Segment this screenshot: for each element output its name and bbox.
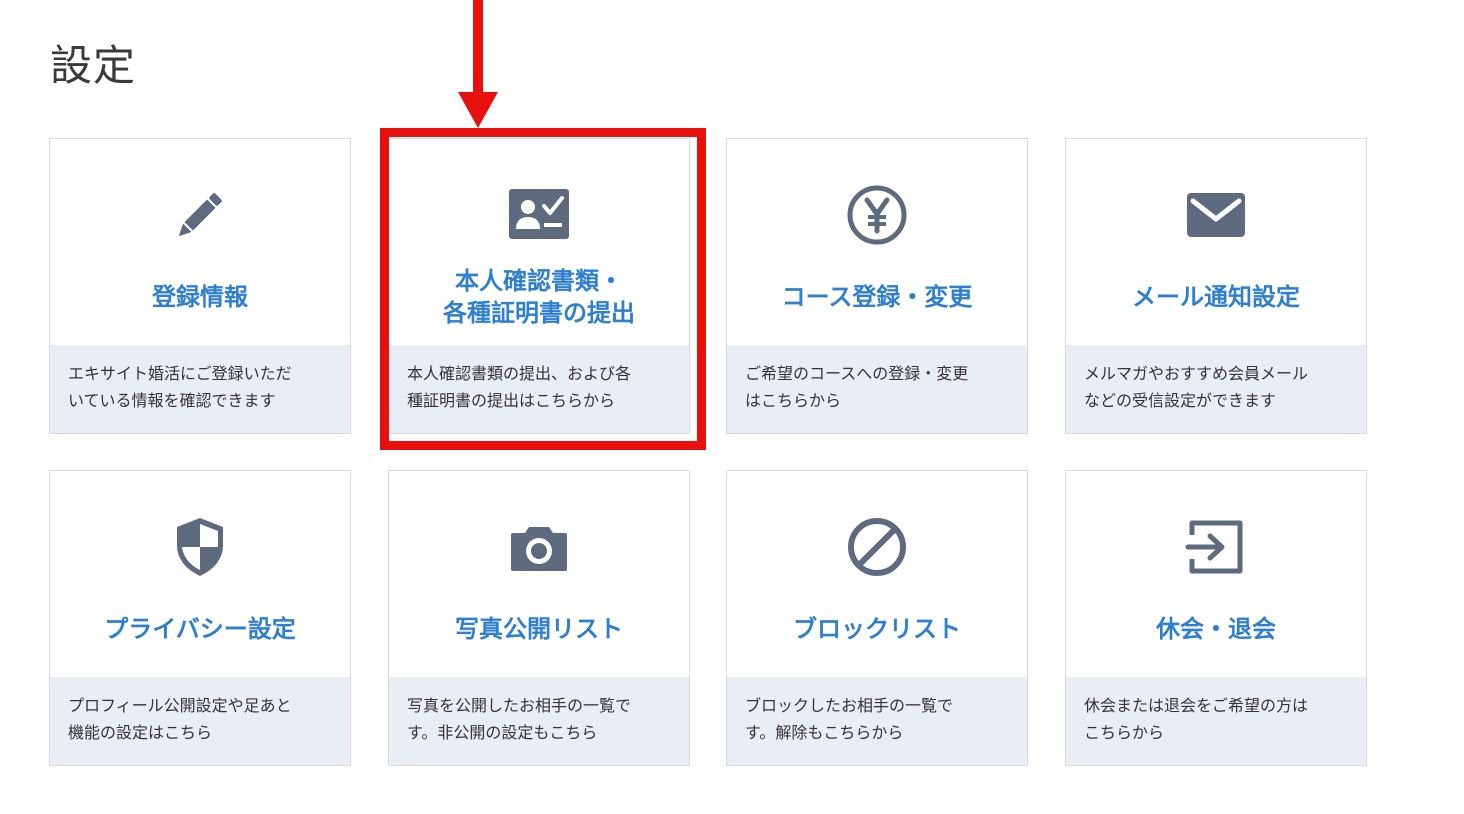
card-description: 本人確認書類の提出、および各 種証明書の提出はこちらから	[389, 345, 689, 433]
shield-icon	[168, 515, 232, 579]
settings-card-photo-list[interactable]: 写真公開リスト 写真を公開したお相手の一覧で す。非公開の設定もこちら	[388, 470, 690, 766]
settings-card-id-verification[interactable]: 本人確認書類・ 各種証明書の提出 本人確認書類の提出、および各 種証明書の提出は…	[388, 138, 690, 434]
settings-card-course[interactable]: コース登録・変更 ご希望のコースへの登録・変更 はこちらから	[726, 138, 1028, 434]
camera-icon	[507, 515, 571, 579]
settings-card-privacy[interactable]: プライバシー設定 プロフィール公開設定や足あと 機能の設定はこちら	[49, 470, 351, 766]
card-header: プライバシー設定	[50, 471, 350, 679]
card-title: 登録情報	[152, 283, 248, 311]
card-header: ブロックリスト	[727, 471, 1027, 679]
card-description: ご希望のコースへの登録・変更 はこちらから	[727, 345, 1027, 433]
card-description: エキサイト婚活にご登録いただ いている情報を確認できます	[50, 345, 350, 433]
card-header: コース登録・変更	[727, 139, 1027, 347]
block-icon	[845, 515, 909, 579]
mail-icon	[1184, 183, 1248, 247]
id-card-check-icon	[507, 183, 571, 247]
settings-card-withdrawal[interactable]: 休会・退会 休会または退会をご希望の方は こちらから	[1065, 470, 1367, 766]
card-header: メール通知設定	[1066, 139, 1366, 347]
card-header: 登録情報	[50, 139, 350, 347]
card-title: ブロックリスト	[793, 615, 961, 643]
card-header: 本人確認書類・ 各種証明書の提出	[389, 139, 689, 347]
settings-card-registration-info[interactable]: 登録情報 エキサイト婚活にご登録いただ いている情報を確認できます	[49, 138, 351, 434]
card-title: プライバシー設定	[104, 615, 296, 643]
exit-icon	[1184, 515, 1248, 579]
card-description: ブロックしたお相手の一覧で す。解除もこちらから	[727, 677, 1027, 765]
card-description: 写真を公開したお相手の一覧で す。非公開の設定もこちら	[389, 677, 689, 765]
card-description: メルマガやおすすめ会員メール などの受信設定ができます	[1066, 345, 1366, 433]
page-title: 設定	[50, 41, 137, 90]
card-header: 休会・退会	[1066, 471, 1366, 679]
card-description: 休会または退会をご希望の方は こちらから	[1066, 677, 1366, 765]
card-description: プロフィール公開設定や足あと 機能の設定はこちら	[50, 677, 350, 765]
pencil-icon	[168, 183, 232, 247]
card-title: コース登録・変更	[781, 283, 973, 311]
yen-icon	[845, 183, 909, 247]
settings-card-block-list[interactable]: ブロックリスト ブロックしたお相手の一覧で す。解除もこちらから	[726, 470, 1028, 766]
card-title: 本人確認書類・ 各種証明書の提出	[443, 267, 635, 327]
card-title: 休会・退会	[1156, 615, 1276, 643]
card-title: 写真公開リスト	[455, 615, 623, 643]
card-title: メール通知設定	[1132, 283, 1300, 311]
arrow-down-icon	[456, 0, 500, 130]
settings-card-mail-notification[interactable]: メール通知設定 メルマガやおすすめ会員メール などの受信設定ができます	[1065, 138, 1367, 434]
card-header: 写真公開リスト	[389, 471, 689, 679]
